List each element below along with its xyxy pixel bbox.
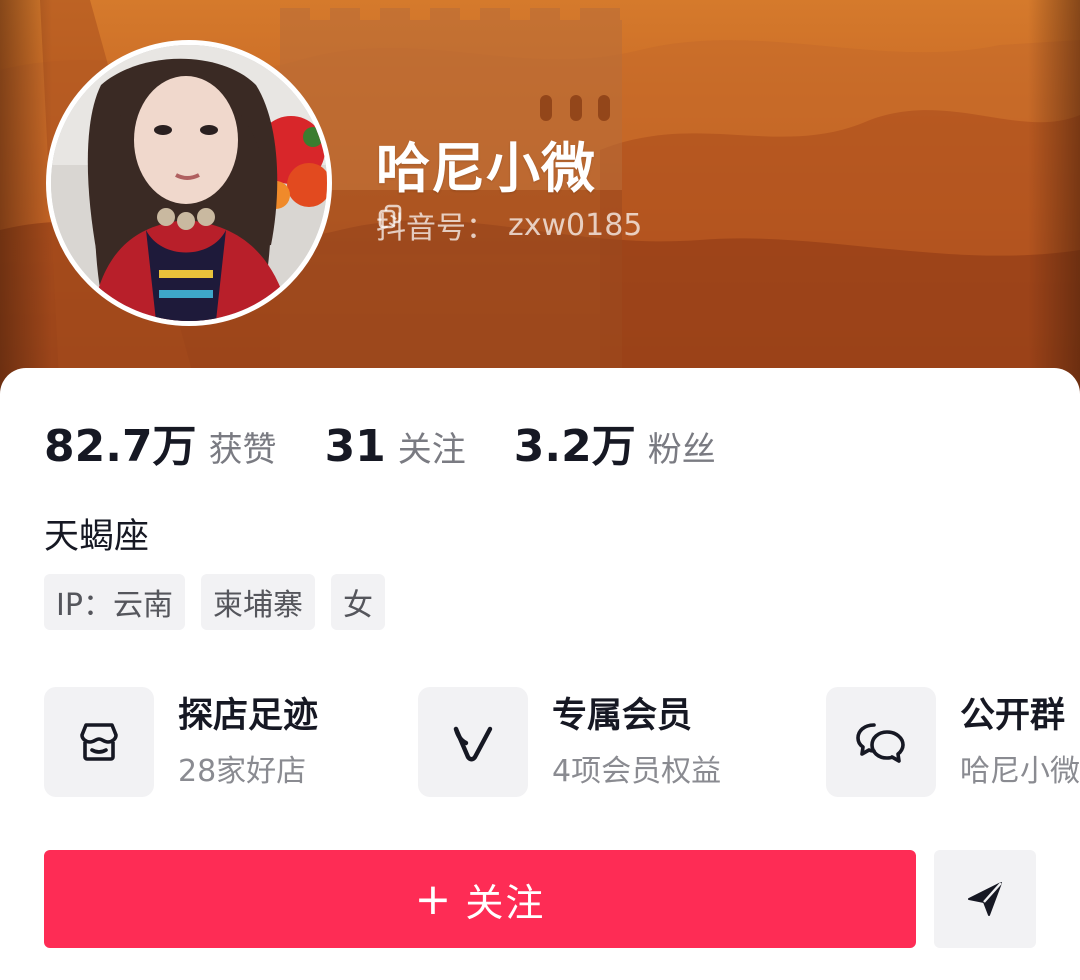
store-icon	[80, 723, 118, 761]
feature-entries: 探店足迹 28家好店 专属会员 4项会员权益 公开群 哈尼小微	[44, 686, 1080, 798]
stat-likes-value: 82.7万	[44, 421, 197, 472]
stat-following[interactable]: 31 关注	[325, 421, 466, 472]
tag-region[interactable]: 柬埔寨	[200, 574, 315, 630]
stat-likes-label: 获赞	[208, 430, 277, 470]
plus-icon: +	[414, 873, 454, 925]
stat-followers[interactable]: 3.2万 粉丝	[514, 410, 716, 474]
feature-store-visits[interactable]: 探店足迹 28家好店	[44, 686, 318, 798]
tag-ip-location[interactable]: IP：云南	[44, 574, 185, 630]
feature-public-group[interactable]: 公开群 哈尼小微	[826, 686, 1080, 798]
follow-button-label: 关注	[465, 880, 546, 925]
stat-following-value: 31	[324, 421, 386, 472]
vip-icon-box	[418, 687, 528, 797]
banner-shade-left	[0, 0, 52, 400]
douyin-id-value: zxw0185	[508, 207, 643, 243]
tag-gender[interactable]: 女	[330, 574, 385, 630]
feature-vip-membership[interactable]: 专属会员 4项会员权益	[418, 686, 721, 798]
stat-followers-label: 粉丝	[647, 430, 716, 470]
store-icon-box	[44, 687, 154, 797]
feature-group-subtitle: 哈尼小微	[960, 754, 1080, 789]
feature-vip-subtitle: 4项会员权益	[552, 754, 722, 789]
feature-group-title: 公开群	[960, 696, 1066, 736]
vip-v-icon	[453, 726, 493, 762]
profile-avatar[interactable]	[46, 40, 332, 326]
share-button[interactable]	[934, 850, 1036, 948]
stat-followers-value: 3.2万	[513, 421, 636, 472]
profile-bio: 天蝎座	[44, 517, 150, 557]
stat-following-label: 关注	[397, 430, 466, 470]
username: 哈尼小微	[376, 137, 596, 200]
profile-banner[interactable]: 哈尼小微 抖音号： zxw0185	[0, 0, 1080, 400]
douyin-id-row[interactable]: 抖音号： zxw0185	[376, 203, 682, 247]
chat-bubbles-icon	[856, 723, 905, 763]
profile-info-card: 82.7万 获赞 31 关注 3.2万 粉丝 天蝎座 IP：云南 柬埔寨 女 探…	[0, 368, 1080, 980]
feature-store-title: 探店足迹	[178, 696, 319, 736]
copy-icon[interactable]	[378, 204, 682, 239]
avatar-photo	[51, 45, 327, 321]
stat-likes[interactable]: 82.7万 获赞	[44, 410, 277, 474]
feature-vip-title: 专属会员	[552, 696, 693, 736]
stats-row: 82.7万 获赞 31 关注 3.2万 粉丝	[44, 410, 764, 474]
group-icon-box	[826, 687, 936, 797]
banner-shade-right	[1028, 0, 1080, 400]
feature-store-subtitle: 28家好店	[178, 754, 307, 789]
follow-button[interactable]: + 关注	[44, 850, 916, 948]
profile-tags: IP：云南 柬埔寨 女	[44, 574, 385, 630]
send-icon	[968, 882, 1002, 916]
profile-page: 哈尼小微 抖音号： zxw0185 82.7万 获赞 31 关注 3.2万 粉丝…	[0, 0, 1080, 980]
